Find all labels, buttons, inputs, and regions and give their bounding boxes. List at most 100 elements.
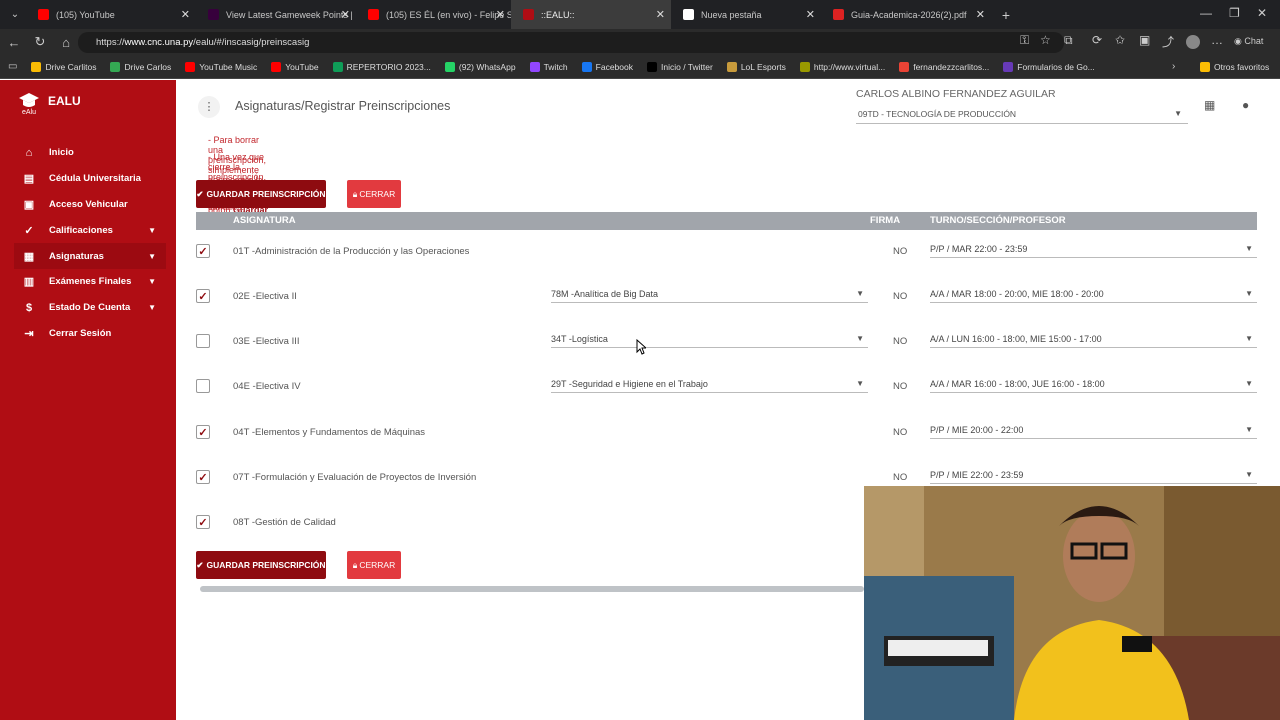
bookmark-label: Twitch (543, 61, 568, 72)
extensions-icon[interactable]: ⧉ (1064, 33, 1073, 48)
bookmark-favicon-icon (899, 61, 910, 72)
bookmark-favicon-icon (1003, 61, 1014, 72)
subject-checkbox[interactable]: ✓ (196, 425, 210, 439)
close-tab-icon[interactable]: ✕ (341, 8, 350, 21)
browser-tab[interactable]: Guia-Academica-2026(2).pdf ✕ (821, 0, 991, 29)
reading-list-icon[interactable]: ▭ (8, 61, 17, 72)
apps-grid-icon[interactable]: ▦ (1204, 98, 1215, 112)
favorites-icon[interactable]: ✩ (1115, 33, 1125, 47)
tabs-container: (105) YouTube ✕ View Latest Gameweek Point… (26, 0, 991, 29)
url-field[interactable]: https://www.cnc.una.py/ealu/#/inscasig/p… (78, 32, 1064, 53)
table-row: ✓ 02E -Electiva II 78M -Analítica de Big D… (196, 277, 1257, 322)
chevron-down-icon: ▼ (856, 334, 864, 343)
bookmark-item[interactable]: YouTube (271, 61, 319, 72)
bookmark-label: LoL Esports (740, 61, 786, 72)
sidebar-item-1[interactable]: ▤ Cédula Universitaria (14, 166, 166, 192)
bookmark-item[interactable]: Drive Carlos (110, 61, 171, 72)
save-preinscription-button[interactable]: ✔ GUARDAR PREINSCRIPCIÓN (196, 180, 326, 208)
user-icon[interactable]: ● (1242, 98, 1249, 112)
bookmark-item[interactable]: LoL Esports (726, 61, 786, 72)
share-icon[interactable]: ⤴ (1162, 33, 1174, 50)
close-tab-icon[interactable]: ✕ (976, 8, 985, 21)
subject-checkbox[interactable]: ✓ (196, 515, 210, 529)
close-preinscription-button-bottom[interactable]: 🔒︎ CERRAR (347, 551, 401, 579)
scrollbar-thumb[interactable] (200, 586, 864, 592)
header-firma: FIRMA (870, 215, 901, 226)
turno-select[interactable]: P/P / MAR 22:00 - 23:59 ▼ (930, 240, 1257, 258)
sidebar-item-6[interactable]: $ Estado De Cuenta ▼ (14, 295, 166, 321)
bookmark-label: (92) WhatsApp (458, 61, 516, 72)
brand-title: EALU (48, 94, 81, 108)
profile-avatar[interactable] (1186, 35, 1200, 49)
bookmark-favicon-icon (110, 61, 121, 72)
close-preinscription-button[interactable]: 🔒︎ CERRAR (347, 180, 401, 208)
home-icon[interactable]: ⌂ (54, 35, 78, 50)
browser-tab[interactable]: (105) YouTube ✕ (26, 0, 196, 29)
more-icon[interactable]: … (1211, 33, 1223, 47)
browser-tab[interactable]: Nueva pestaña ✕ (671, 0, 821, 29)
horizontal-scrollbar[interactable] (192, 585, 864, 593)
subject-checkbox[interactable] (196, 334, 210, 348)
save-preinscription-button-bottom[interactable]: ✔ GUARDAR PREINSCRIPCIÓN (196, 551, 326, 579)
bookmark-item[interactable]: http://www.virtual... (799, 61, 885, 72)
restore-icon[interactable]: ❐ (1229, 6, 1240, 20)
bookmark-item[interactable]: Facebook (581, 61, 633, 72)
sidebar-item-3[interactable]: ✓ Calificaciones ▼ (14, 217, 166, 243)
close-tab-icon[interactable]: ✕ (181, 8, 190, 21)
bookmark-item[interactable]: REPERTORIO 2023... (332, 61, 431, 72)
subject-checkbox[interactable] (196, 379, 210, 393)
browser-tab[interactable]: ::EALU:: ✕ (511, 0, 671, 29)
bookmark-item[interactable]: YouTube Music (185, 61, 257, 72)
sidebar-item-4[interactable]: ▦ Asignaturas ▼ (14, 243, 166, 269)
elective-select[interactable]: 34T -Logística ▼ (551, 330, 868, 348)
close-window-icon[interactable]: ✕ (1257, 6, 1267, 20)
tab-list-button[interactable]: ⌄ (4, 4, 26, 26)
close-tab-icon[interactable]: ✕ (656, 8, 665, 21)
turno-select[interactable]: A/A / MAR 18:00 - 20:00, MIE 18:00 - 20:… (930, 285, 1257, 303)
bookmark-item[interactable]: fernandezzcarlitos... (899, 61, 989, 72)
bookmark-item[interactable]: Twitch (529, 61, 568, 72)
bookmark-label: Inicio / Twitter (661, 61, 713, 72)
bookmark-item[interactable]: Formularios de Go... (1003, 61, 1095, 72)
menu-toggle-icon[interactable]: ⋮ (198, 96, 220, 118)
reload-icon[interactable]: ↻ (28, 34, 52, 50)
subject-checkbox[interactable]: ✓ (196, 244, 210, 258)
turno-select[interactable]: A/A / LUN 16:00 - 18:00, MIE 15:00 - 17:… (930, 330, 1257, 348)
sidebar-item-label: Cerrar Sesión (49, 327, 112, 339)
close-tab-icon[interactable]: ✕ (806, 8, 815, 21)
sidebar-item-2[interactable]: ▣ Acceso Vehicular (14, 192, 166, 218)
other-bookmarks[interactable]: Otros favoritos (1200, 61, 1269, 72)
subject-checkbox[interactable]: ✓ (196, 470, 210, 484)
sidebar-item-5[interactable]: ▥ Exámenes Finales ▼ (14, 269, 166, 295)
address-bar-row: ← ↻ ⌂ https://www.cnc.una.py/ealu/#/insc… (0, 29, 1280, 55)
bookmark-item[interactable]: Inicio / Twitter (647, 61, 713, 72)
close-tab-icon[interactable]: ✕ (496, 8, 505, 21)
back-icon[interactable]: ← (2, 35, 26, 50)
browser-tab[interactable]: (105) ES ÉL (en vivo) - Felipe S ✕ (356, 0, 511, 29)
career-select[interactable]: 09TD - TECNOLOGÍA DE PRODUCCIÓN ▼ (856, 106, 1188, 124)
chevron-right-icon[interactable]: › (1172, 61, 1175, 72)
mouse-cursor-icon (636, 339, 646, 355)
sidebar-item-7[interactable]: ⇥ Cerrar Sesión (14, 321, 166, 347)
elective-select[interactable]: 29T -Seguridad e Higiene en el Trabajo ▼ (551, 375, 868, 393)
bookmark-item[interactable]: Drive Carlitos (31, 61, 96, 72)
browser-tab[interactable]: View Latest Gameweek Points | Fa ✕ (196, 0, 356, 29)
sync-icon[interactable]: ⟳ (1092, 33, 1102, 47)
turno-select[interactable]: P/P / MIE 20:00 - 22:00 ▼ (930, 421, 1257, 439)
collections-icon[interactable]: ▣ (1139, 33, 1150, 47)
turno-select[interactable]: P/P / MIE 22:00 - 23:59 ▼ (930, 466, 1257, 484)
copilot-chat-button[interactable]: ◉ Chat (1234, 36, 1263, 47)
sidebar-item-label: Acceso Vehicular (49, 198, 128, 210)
logout-icon: ⇥ (24, 327, 34, 340)
clipboard-icon: ▥ (23, 276, 35, 289)
key-icon[interactable]: ⚿ (1020, 33, 1029, 48)
subject-checkbox[interactable]: ✓ (196, 289, 210, 303)
new-tab-button[interactable]: + (995, 4, 1017, 26)
star-icon[interactable]: ☆ (1040, 33, 1051, 47)
turno-select[interactable]: A/A / MAR 16:00 - 18:00, JUE 16:00 - 18:… (930, 375, 1257, 393)
elective-value: 78M -Analítica de Big Data (551, 289, 659, 299)
elective-select[interactable]: 78M -Analítica de Big Data ▼ (551, 285, 868, 303)
sidebar-item-0[interactable]: ⌂ Inicio (14, 140, 166, 166)
bookmark-item[interactable]: (92) WhatsApp (444, 61, 516, 72)
minimize-icon[interactable]: — (1200, 6, 1212, 20)
